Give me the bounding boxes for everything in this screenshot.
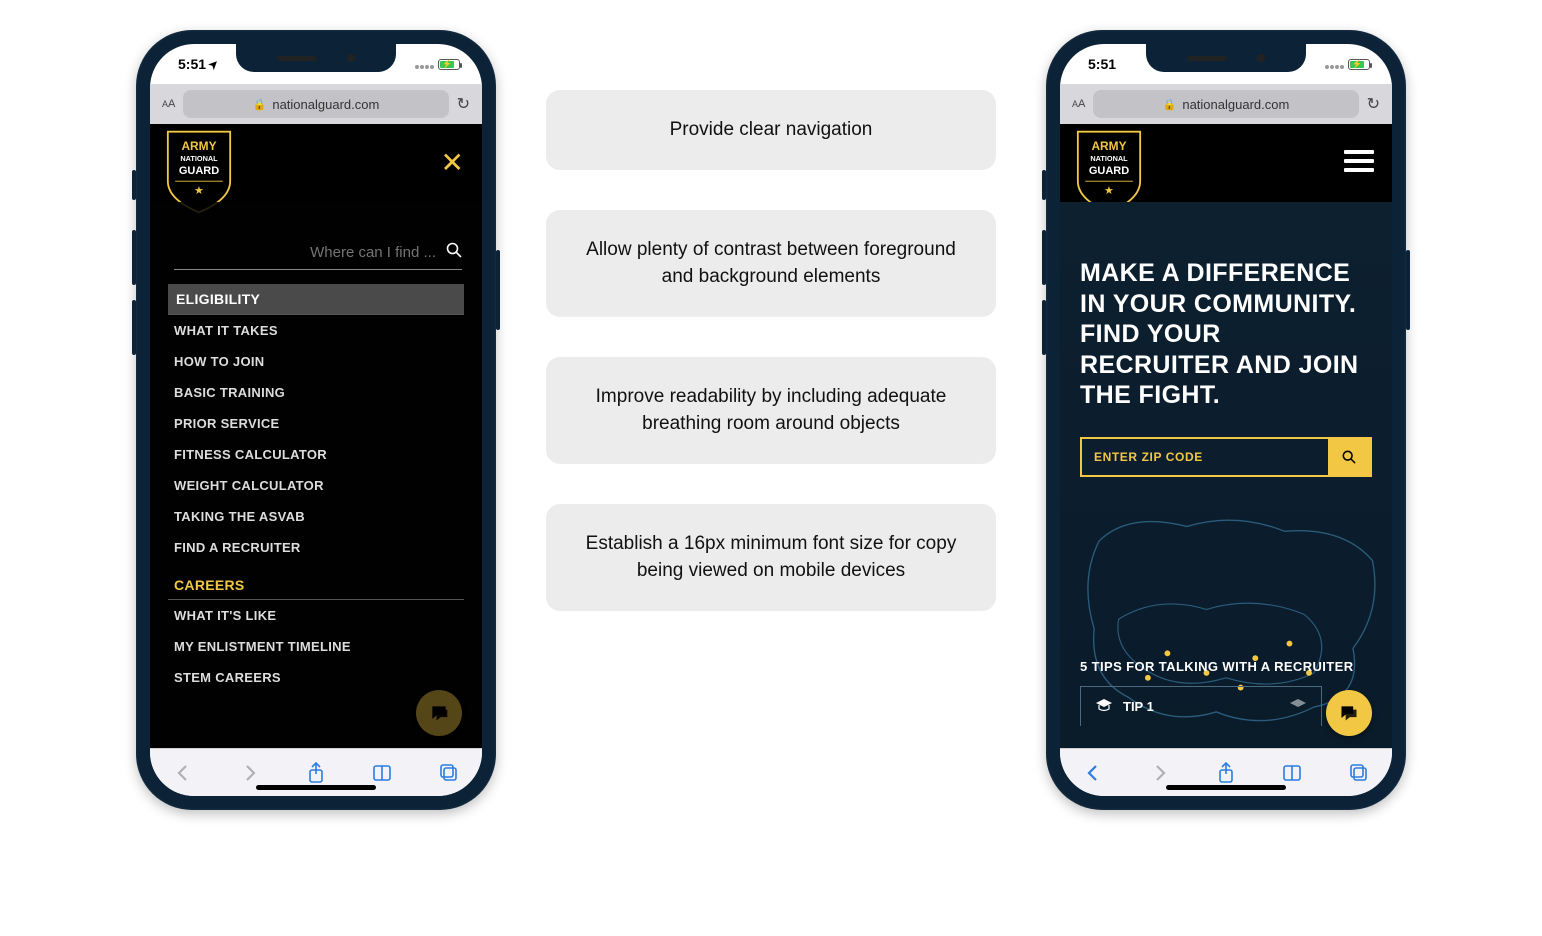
guideline-callout: Provide clear navigation	[546, 90, 996, 170]
tabs-icon[interactable]	[1348, 762, 1370, 784]
svg-text:NATIONAL: NATIONAL	[180, 154, 218, 163]
reload-icon[interactable]: ↻	[457, 94, 470, 114]
share-icon[interactable]	[1215, 762, 1237, 784]
back-icon[interactable]	[1082, 762, 1104, 784]
signal-icon	[414, 56, 434, 72]
back-icon[interactable]	[172, 762, 194, 784]
menu-item[interactable]: MY ENLISTMENT TIMELINE	[168, 631, 464, 662]
menu-heading-eligibility[interactable]: ELIGIBILITY	[168, 284, 464, 315]
navigation-menu: NEXT TION ELIGIBILITY WHAT IT TAKES HOW …	[150, 202, 482, 748]
lock-icon: 🔒	[1163, 98, 1177, 111]
menu-item[interactable]: BASIC TRAINING	[168, 377, 464, 408]
guideline-callout: Improve readability by including adequat…	[546, 357, 996, 464]
menu-item[interactable]: WEIGHT CALCULATOR	[168, 470, 464, 501]
close-menu-icon[interactable]: ✕	[441, 146, 464, 179]
menu-heading-careers[interactable]: CAREERS	[168, 563, 464, 600]
hero-headline: MAKE A DIFFERENCE IN YOUR COMMUNITY. FIN…	[1080, 258, 1372, 411]
guideline-callout: Establish a 16px minimum font size for c…	[546, 504, 996, 611]
hamburger-menu-icon[interactable]	[1344, 150, 1374, 172]
menu-item[interactable]: HOW TO JOIN	[168, 346, 464, 377]
url-field[interactable]: 🔒 nationalguard.com	[1093, 90, 1358, 118]
svg-text:★: ★	[194, 185, 204, 197]
svg-text:ARMY: ARMY	[1091, 139, 1126, 153]
phone-mockup-right: 5:51 ⚡ AA 🔒 nationalguard.com ↻	[1046, 30, 1406, 810]
bookmarks-icon[interactable]	[371, 762, 393, 784]
tabs-icon[interactable]	[438, 762, 460, 784]
home-indicator[interactable]	[1166, 785, 1286, 790]
url-text: nationalguard.com	[272, 97, 379, 112]
graduation-cap-icon	[1095, 698, 1113, 715]
hero-section: MAKE A DIFFERENCE IN YOUR COMMUNITY. FIN…	[1060, 202, 1392, 748]
battery-icon: ⚡	[1348, 59, 1370, 70]
svg-text:GUARD: GUARD	[179, 165, 219, 177]
tips-heading: 5 TIPS FOR TALKING WITH A RECRUITER	[1080, 659, 1354, 674]
menu-item[interactable]: WHAT IT TAKES	[168, 315, 464, 346]
browser-address-bar: AA 🔒 nationalguard.com ↻	[150, 84, 482, 124]
text-size-control[interactable]: AA	[1072, 98, 1085, 110]
bookmarks-icon[interactable]	[1281, 762, 1303, 784]
status-time: 5:51	[178, 56, 206, 72]
battery-icon: ⚡	[438, 59, 460, 70]
search-icon[interactable]	[446, 242, 462, 263]
site-search[interactable]	[174, 242, 462, 270]
location-icon: ➤	[206, 56, 222, 72]
svg-text:GUARD: GUARD	[1089, 165, 1129, 177]
menu-item[interactable]: PRIOR SERVICE	[168, 408, 464, 439]
menu-item[interactable]: STEM CAREERS	[168, 662, 464, 693]
menu-item[interactable]: TAKING THE ASVAB	[168, 501, 464, 532]
menu-item[interactable]: WHAT IT'S LIKE	[168, 600, 464, 631]
svg-text:★: ★	[1104, 185, 1114, 197]
search-input[interactable]	[174, 244, 446, 261]
forward-icon[interactable]	[1149, 762, 1171, 784]
text-size-control[interactable]: AA	[162, 98, 175, 110]
url-field[interactable]: 🔒 nationalguard.com	[183, 90, 448, 118]
app-header: ARMY NATIONAL GUARD ★	[1060, 124, 1392, 202]
chat-button[interactable]	[1326, 690, 1372, 736]
design-guidelines-list: Provide clear navigation Allow plenty of…	[546, 90, 996, 611]
svg-text:ARMY: ARMY	[181, 139, 216, 153]
svg-text:NATIONAL: NATIONAL	[1090, 154, 1128, 163]
status-time: 5:51	[1088, 56, 1116, 72]
tip-label: TIP 1	[1123, 699, 1154, 714]
tip-card[interactable]: TIP 1	[1080, 686, 1322, 726]
forward-icon[interactable]	[239, 762, 261, 784]
home-indicator[interactable]	[256, 785, 376, 790]
graduation-cap-icon	[1289, 698, 1307, 715]
menu-item[interactable]: FIND A RECRUITER	[168, 532, 464, 563]
phone-mockup-left: 5:51 ➤ ⚡ AA 🔒 nationalguard.com ↻	[136, 30, 496, 810]
share-icon[interactable]	[305, 762, 327, 784]
lock-icon: 🔒	[253, 98, 267, 111]
menu-item[interactable]: FITNESS CALCULATOR	[168, 439, 464, 470]
chat-button[interactable]	[416, 690, 462, 736]
zip-search-button[interactable]	[1328, 439, 1370, 475]
guideline-callout: Allow plenty of contrast between foregro…	[546, 210, 996, 317]
app-header: ARMY NATIONAL GUARD ★ ✕	[150, 124, 482, 202]
url-text: nationalguard.com	[1182, 97, 1289, 112]
zip-input[interactable]	[1082, 439, 1328, 475]
browser-address-bar: AA 🔒 nationalguard.com ↻	[1060, 84, 1392, 124]
zip-code-search[interactable]	[1080, 437, 1372, 477]
reload-icon[interactable]: ↻	[1367, 94, 1380, 114]
signal-icon	[1324, 56, 1344, 72]
